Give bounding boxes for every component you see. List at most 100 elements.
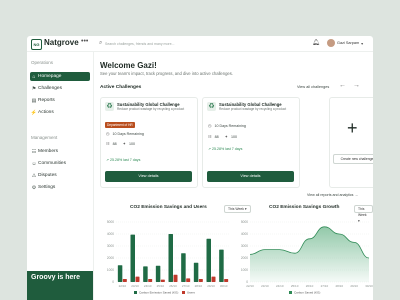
days-remaining-text: 10 Days Remaining [112,131,144,136]
sidebar-item-communities[interactable]: ☺ Communities [30,159,90,168]
view-all-challenges-link[interactable]: View all challenges [297,85,329,89]
recycle-icon: ♻ [105,102,114,111]
bar-users [186,278,191,282]
section-management: Management [31,135,58,140]
sidebar-item-actions[interactable]: ⚡ Actions [30,108,90,117]
legend-swatch [182,291,185,294]
y-tick-label: 4000 [107,232,114,236]
x-tick-label: 23/10 [261,284,269,288]
promo-banner[interactable]: Groovy is here [27,271,93,300]
y-tick-label: 1000 [241,268,248,272]
x-tick-label: 27/10 [321,284,329,288]
sidebar-item-label: Challenges [38,86,63,91]
active-challenges-heading: Active Challenges [100,85,142,90]
y-tick-label: 2000 [241,256,248,260]
arrow-left-icon[interactable]: ← [339,82,346,89]
sidebar-item-label: Homepage [38,74,62,79]
view-reports-link[interactable]: View all reports and analytics → [307,193,358,197]
y-tick-label: 5000 [241,220,248,224]
area-chart-filter[interactable]: This Week ▾ [354,205,373,223]
sidebar-item-disputes[interactable]: ⚠ Disputes [30,171,90,180]
bar-users [211,276,216,282]
settings-icon: ⚙ [31,184,37,191]
y-tick-label: 2000 [107,256,114,260]
growth-text: ↗ 25.28% last 7 days [106,158,141,162]
x-tick-label: 27/10 [182,284,190,288]
bar-savings [130,234,135,282]
x-tick-label: 25/10 [157,284,165,288]
brand-name: Natgrove [44,38,79,47]
bar-savings [181,253,186,282]
create-challenge-button[interactable]: Create new challenge [333,154,373,164]
search-input[interactable]: Search challenges, friends and many more… [105,42,174,46]
bar-savings [193,262,199,282]
growth-value: 25.28% last 7 days [212,147,243,151]
bell-icon[interactable]: 🔔︎ [312,39,320,46]
members-icon: ☷ [106,141,110,146]
bar-savings [117,265,123,282]
sidebar-item-label: Reports [38,98,55,103]
sidebar-item-challenges[interactable]: ⚑ Challenges [30,84,90,93]
bar-chart-filter[interactable]: This Week ▾ [224,205,251,213]
growth-value: 25.28% last 7 days [110,158,141,162]
x-tick-label: 28/10 [335,284,343,288]
legend-label: Carbon Saved (KG) [294,291,320,295]
sidebar-item-settings[interactable]: ⚙ Settings [30,183,90,192]
sidebar-item-homepage[interactable]: ⌂ Homepage [30,72,90,81]
x-tick-label: 29/10 [350,284,358,288]
x-tick-label: 26/10 [169,284,177,288]
y-tick-label: 4000 [241,232,248,236]
x-tick-label: 24/10 [144,284,152,288]
bar-chart: 5000 4000 3000 2000 1000 0 22/10 23/10 24/10 25/1… [107,220,230,295]
view-details-button[interactable]: View details [207,171,294,182]
sidebar: Operations ⌂ Homepage ⚑ Challenges ▤ Rep… [27,52,94,300]
points-count: 100 [128,141,135,146]
app-window: NG Natgrove ••• ⌕ Search challenges, fri… [27,36,373,300]
logo-icon: NG [31,39,42,50]
legend-label: Users [187,291,195,295]
sidebar-item-label: Actions [38,110,54,115]
sidebar-item-reports[interactable]: ▤ Reports [30,96,90,105]
area-chart-title: CO2 Emission Savings Growth [269,205,340,210]
legend-swatch [289,291,292,294]
y-tick-label: 3000 [107,244,114,248]
members-icon: ☷ [31,148,37,155]
sidebar-item-label: Communities [38,161,66,166]
actions-icon: ⚡ [30,109,38,116]
sidebar-item-members[interactable]: ☷ Members [30,147,90,156]
challenge-card: ♻ Sustainability Global Challenge Reduce… [100,97,198,188]
home-icon: ⌂ [32,73,36,80]
bar-users [173,274,178,282]
y-tick-label: 1000 [107,268,114,272]
bar-users [135,276,140,282]
sidebar-item-label: Members [38,149,58,154]
card-description: Reduce product wastage by recycling a pr… [219,107,287,111]
bar-users [198,279,203,282]
bar-users [148,279,153,282]
recycle-icon: ♻ [207,102,216,111]
card-description: Reduce product wastage by recycling a pr… [117,107,185,111]
more-icon[interactable]: ••• [81,38,88,45]
sidebar-item-label: Disputes [38,173,57,178]
days-remaining-text: 10 Days Remaining [214,123,246,128]
y-tick-label: 5000 [107,220,114,224]
clock-icon: ◷ [208,123,212,128]
card-stats: ☷ 88 ✦ 100 [208,134,237,139]
x-tick-label: 30/10 [365,284,373,288]
search-bar[interactable]: ⌕ Search challenges, friends and many mo… [99,39,187,48]
growth-text: ↗ 25.28% last 7 days [208,147,243,151]
card-stats: ☷ 88 ✦ 100 [106,141,135,146]
arrow-right-icon[interactable]: → [353,82,360,89]
department-badge: Department of HR [105,122,135,128]
bar-users [160,279,165,282]
bar-users [122,279,127,282]
disputes-icon: ⚠ [31,172,37,179]
bar-chart-title: CO2 Emission Savings and Users [130,205,207,210]
view-details-button[interactable]: View details [105,171,192,182]
days-remaining: ◷ 10 Days Remaining [208,123,246,128]
new-challenge-card[interactable]: + Create new challenge [329,97,373,188]
bar-savings [206,238,211,282]
x-tick-label: 22/10 [246,284,254,288]
members-count: 88 [214,134,219,139]
user-menu[interactable]: Gazi Sarpam ▾ [327,38,363,48]
